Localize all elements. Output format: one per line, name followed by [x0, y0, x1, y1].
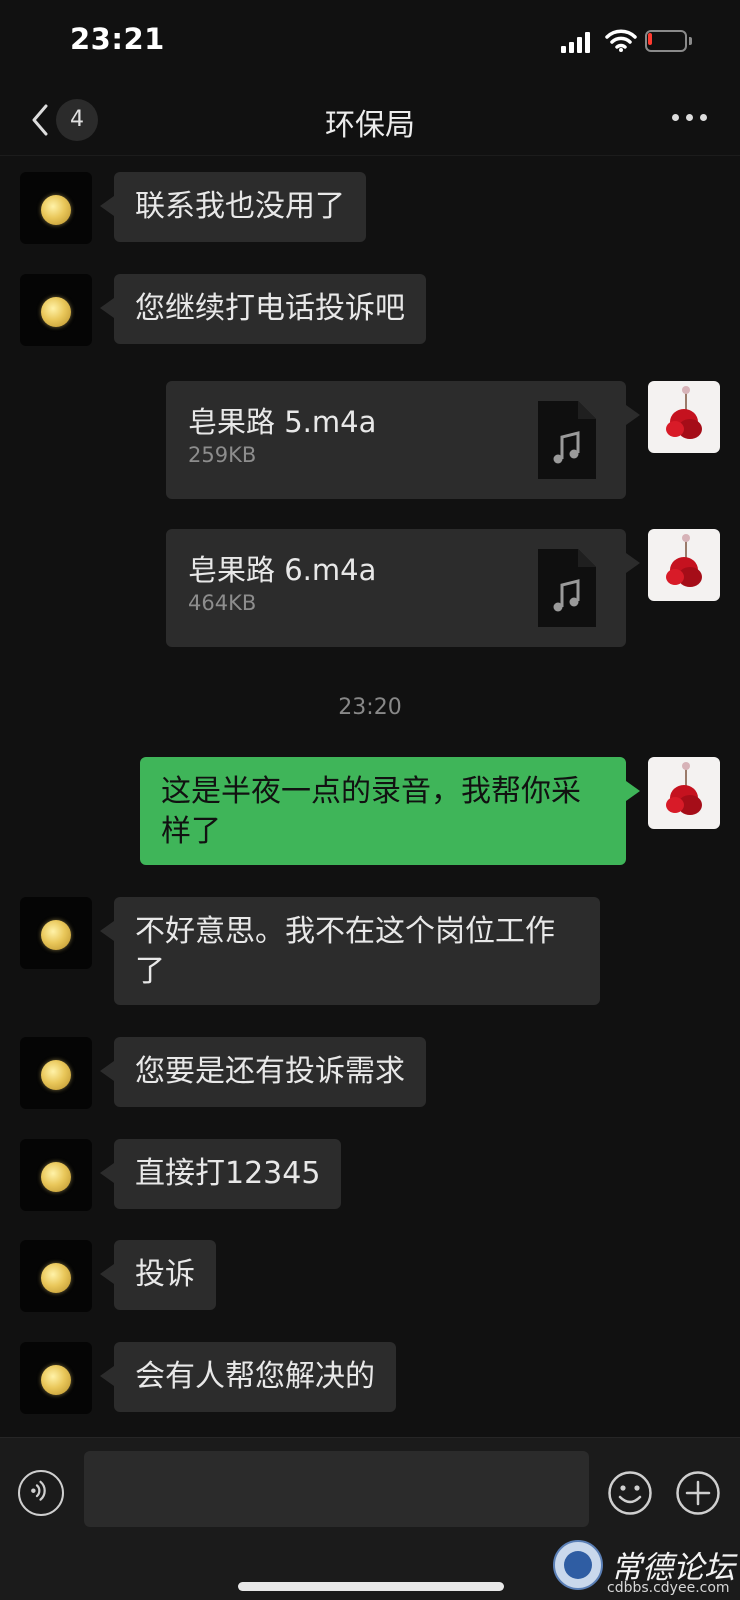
incoming-message-bubble[interactable]: 不好意思。我不在这个岗位工作了: [100, 897, 600, 1005]
moon-icon: [41, 297, 71, 327]
unread-count-badge: 4: [56, 99, 98, 141]
contact-avatar[interactable]: [20, 274, 92, 346]
moon-icon: [41, 920, 71, 950]
my-avatar[interactable]: [648, 757, 720, 829]
home-indicator: [238, 1582, 504, 1591]
more-dots-icon[interactable]: [668, 106, 712, 130]
file-size: 259KB: [188, 443, 257, 467]
moon-icon: [41, 195, 71, 225]
file-size: 464KB: [188, 591, 257, 615]
battery-icon: [645, 30, 693, 52]
forum-seal-logo: [553, 1540, 603, 1590]
voice-button[interactable]: [18, 1470, 64, 1516]
my-avatar[interactable]: [648, 381, 720, 453]
file-attachment-card[interactable]: 皂果路 6.m4a 464KB: [166, 529, 640, 647]
signal-icon: [561, 31, 591, 53]
moon-icon: [41, 1060, 71, 1090]
message-input[interactable]: [84, 1451, 589, 1527]
emoji-icon: [608, 1471, 652, 1515]
contact-avatar[interactable]: [20, 1139, 92, 1211]
outgoing-message-bubble[interactable]: 这是半夜一点的录音，我帮你采样了: [140, 757, 640, 865]
chevron-left-icon: [32, 104, 48, 136]
file-attachment-card[interactable]: 皂果路 5.m4a 259KB: [166, 381, 640, 499]
music-file-icon: [538, 549, 596, 627]
incoming-message-bubble[interactable]: 联系我也没用了: [100, 172, 366, 242]
contact-avatar[interactable]: [20, 172, 92, 244]
contact-avatar[interactable]: [20, 1342, 92, 1414]
message-timestamp: 23:20: [338, 695, 402, 720]
plus-icon: [676, 1471, 720, 1515]
nav-bar: 4 环保局: [0, 86, 740, 156]
incoming-message-bubble[interactable]: 您继续打电话投诉吧: [100, 274, 426, 344]
chat-title: 环保局: [325, 108, 415, 143]
watermark-url: cdbbs.cdyee.com: [607, 1580, 730, 1596]
status-bar: 23:21: [0, 0, 740, 86]
plus-button[interactable]: [675, 1470, 721, 1516]
incoming-message-bubble[interactable]: 直接打12345: [99, 1139, 342, 1209]
back-button[interactable]: 4: [24, 96, 104, 144]
my-avatar[interactable]: [648, 529, 720, 601]
file-name: 皂果路 5.m4a: [188, 405, 377, 439]
contact-avatar[interactable]: [20, 1240, 92, 1312]
emoji-button[interactable]: [607, 1470, 653, 1516]
moon-icon: [41, 1365, 71, 1395]
music-file-icon: [538, 401, 596, 479]
forum-watermark: 常德论坛 cdbbs.cdyee.com: [553, 1538, 740, 1600]
contact-avatar[interactable]: [20, 1037, 92, 1109]
incoming-message-bubble[interactable]: 投诉: [100, 1240, 216, 1310]
moon-icon: [41, 1162, 71, 1192]
moon-icon: [41, 1263, 71, 1293]
status-time: 23:21: [70, 22, 165, 56]
chat-message-list[interactable]: 联系我也没用了 您继续打电话投诉吧 皂果路 5.m4a 259KB 皂果路 6.: [0, 157, 740, 1437]
voice-icon: [31, 1480, 46, 1501]
wifi-icon: [605, 29, 637, 52]
contact-avatar[interactable]: [20, 897, 92, 969]
incoming-message-bubble[interactable]: 您要是还有投诉需求: [100, 1037, 426, 1107]
file-name: 皂果路 6.m4a: [188, 553, 377, 587]
incoming-message-bubble[interactable]: 会有人帮您解决的: [100, 1342, 396, 1412]
